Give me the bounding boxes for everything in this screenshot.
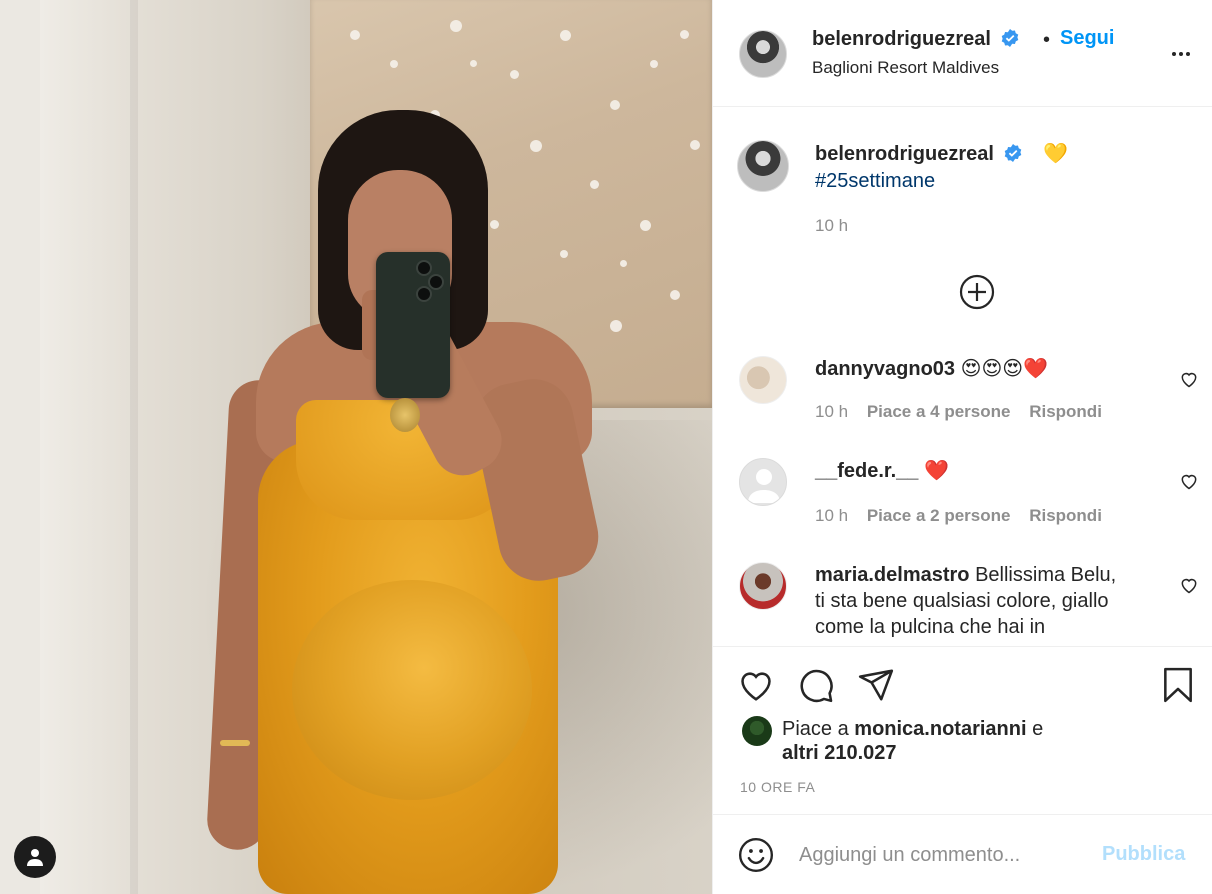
publish-button[interactable]: Pubblica xyxy=(1102,843,1185,866)
author-avatar[interactable] xyxy=(739,30,787,78)
caption-username[interactable]: belenrodriguezreal xyxy=(815,143,994,165)
coin-pendant xyxy=(390,398,420,432)
author-username[interactable]: belenrodriguezreal xyxy=(812,28,991,50)
comment-text-row: maria.delmastro Bellissima Belu, xyxy=(815,562,1116,588)
comment-input[interactable] xyxy=(799,837,1089,873)
likes-prefix: Piace a xyxy=(782,718,849,740)
reply-button[interactable]: Rispondi xyxy=(1029,402,1102,421)
comment-text-line: ti sta bene qualsiasi colore, giallo xyxy=(815,590,1109,612)
caption-emoji: 💛 xyxy=(1043,143,1068,165)
liker-avatar[interactable] xyxy=(742,716,772,746)
comment-text: Bellissima Belu, xyxy=(975,564,1117,586)
comment-bubble-icon[interactable] xyxy=(797,666,835,704)
comment-composer: Pubblica xyxy=(713,814,1212,894)
default-avatar-icon xyxy=(748,469,780,503)
verified-badge-icon xyxy=(1001,29,1018,47)
comment-username[interactable]: dannyvagno03 xyxy=(815,358,955,380)
comment-username[interactable]: __fede.r.__ xyxy=(815,460,918,482)
comment-likes[interactable]: Piace a 4 persone xyxy=(867,402,1011,421)
comment-like-heart-icon[interactable] xyxy=(1179,575,1199,595)
like-heart-icon[interactable] xyxy=(737,666,775,704)
caption-timestamp[interactable]: 10 h xyxy=(815,216,848,236)
save-bookmark-icon[interactable] xyxy=(1159,666,1197,704)
tagged-users-button[interactable] xyxy=(14,836,56,878)
dress-belly xyxy=(292,580,532,800)
comment-text-line: come la pulcina che hai in xyxy=(815,616,1046,638)
comment-meta: 10 h Piace a 2 persone Rispondi xyxy=(815,506,1116,526)
comment-text: ❤️ xyxy=(923,460,949,482)
wall-seam xyxy=(130,0,138,894)
separator-dot: • xyxy=(1043,29,1051,51)
verified-badge-icon xyxy=(1004,144,1021,162)
post-sidebar: belenrodriguezreal • Segui Baglioni Reso… xyxy=(712,0,1212,894)
caption-avatar[interactable] xyxy=(737,140,789,192)
bracelet xyxy=(220,740,250,746)
comment-time[interactable]: 10 h xyxy=(815,506,848,525)
likes-summary: Piace a monica.notarianni e xyxy=(782,716,1043,742)
post-timestamp[interactable]: 10 ORE FA xyxy=(740,779,815,795)
comment-avatar-default[interactable] xyxy=(739,458,787,506)
likes-count-link[interactable]: altri 210.027 xyxy=(782,742,897,765)
liker-username[interactable]: monica.notarianni xyxy=(854,718,1026,740)
comment-text: 😍😍😍❤️ xyxy=(960,358,1049,380)
load-more-comments-icon[interactable] xyxy=(959,274,995,310)
comment-like-heart-icon[interactable] xyxy=(1179,471,1199,491)
comment-avatar[interactable] xyxy=(739,562,787,610)
emoji-smiley-icon[interactable] xyxy=(737,836,775,874)
reply-button[interactable]: Rispondi xyxy=(1029,506,1102,525)
caption-username-row[interactable]: belenrodriguezreal xyxy=(815,143,1022,166)
user-icon xyxy=(27,849,43,866)
post-header: belenrodriguezreal • Segui Baglioni Reso… xyxy=(713,0,1212,107)
smartphone xyxy=(376,252,450,398)
share-paper-plane-icon[interactable] xyxy=(857,666,895,704)
comment-username[interactable]: maria.delmastro xyxy=(815,564,970,586)
comment-text-row: dannyvagno03 😍😍😍❤️ xyxy=(815,356,1048,382)
comment-meta: 10 h Piace a 4 persone Rispondi xyxy=(815,402,1116,422)
likes-suffix: e xyxy=(1032,718,1044,740)
location-link[interactable]: Baglioni Resort Maldives xyxy=(812,58,999,78)
more-options-icon[interactable] xyxy=(1169,42,1193,66)
post-photo[interactable] xyxy=(0,0,712,894)
comment-text-row: __fede.r.__ ❤️ xyxy=(815,458,949,484)
author-username-row[interactable]: belenrodriguezreal xyxy=(812,28,1019,51)
comment-avatar[interactable] xyxy=(739,356,787,404)
comment-like-heart-icon[interactable] xyxy=(1179,369,1199,389)
hashtag-link[interactable]: #25settimane xyxy=(815,170,935,193)
wall-strip xyxy=(0,0,40,894)
comment-time[interactable]: 10 h xyxy=(815,402,848,421)
follow-button[interactable]: Segui xyxy=(1060,27,1114,50)
comment-likes[interactable]: Piace a 2 persone xyxy=(867,506,1011,525)
